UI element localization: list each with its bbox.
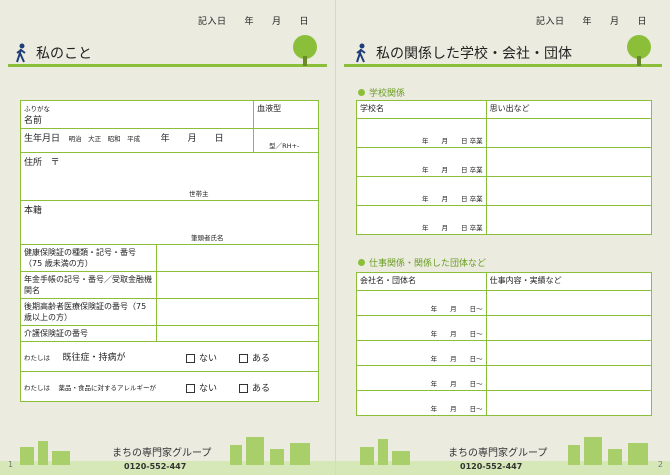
history-yes-option[interactable]: ある xyxy=(239,351,270,364)
work-row[interactable]: 年 月 日〜 xyxy=(356,315,487,341)
school-row[interactable]: 年 月 日 卒業 xyxy=(356,147,487,177)
details-cell[interactable] xyxy=(485,290,653,316)
care-insurance-label: 介護保険証の番号 xyxy=(20,325,157,342)
medical-history-row: わたしは 既往症・持病が ない ある xyxy=(20,341,319,372)
checkbox[interactable] xyxy=(186,354,195,363)
footer: まちの専門家グループ 0120-552-447 1 xyxy=(0,437,335,475)
school-row[interactable]: 年 月 日 卒業 xyxy=(356,176,487,206)
right-page: 記入日年月日 私の関係した学校・会社・団体 学校関係 学校名 思い出など 年 月… xyxy=(335,0,670,475)
checkbox[interactable] xyxy=(239,354,248,363)
tree-icon xyxy=(293,35,317,66)
checkbox[interactable] xyxy=(186,384,195,393)
honseki-field[interactable]: 本籍 筆頭者氏名 xyxy=(20,200,319,245)
brand-name: まちの専門家グループ xyxy=(112,448,212,459)
allergy-no-option[interactable]: ない xyxy=(186,381,217,394)
walking-person-icon xyxy=(356,43,366,63)
page-title-bar: 私の関係した学校・会社・団体 xyxy=(354,42,572,64)
allergy-row: わたしは 薬品・食品に対するアレルギーが ない ある xyxy=(20,371,319,402)
details-cell[interactable] xyxy=(485,315,653,341)
tree-icon xyxy=(627,35,651,66)
work-row[interactable]: 年 月 日〜 xyxy=(356,290,487,316)
blood-type-label[interactable]: 血液型 xyxy=(253,100,319,129)
entry-date: 記入日年月日 xyxy=(536,17,648,27)
school-table: 学校名 思い出など 年 月 日 卒業 年 月 日 卒業 年 月 日 卒業 年 月… xyxy=(356,100,653,235)
name-field[interactable]: ふりがな 名前 xyxy=(19,100,255,129)
page-title: 私のこと xyxy=(36,46,92,62)
title-underline xyxy=(8,64,327,67)
details-cell[interactable] xyxy=(485,340,653,366)
left-page: 記入日年月日 私のこと ふりがな 名前 血液型 生年月日 明治 大正 昭和 平成… xyxy=(0,0,335,475)
insurance-label: 健康保険証の種類・記号・番号（75 歳未満の方） xyxy=(20,244,157,272)
work-row[interactable]: 年 月 日〜 xyxy=(356,365,487,391)
school-name-header: 学校名 xyxy=(356,100,487,119)
blood-type-field[interactable]: 型／RH+- xyxy=(253,128,319,153)
care-insurance-field[interactable] xyxy=(155,325,320,342)
elderly-insurance-label: 後期高齢者医療保険証の番号（75 歳以上の方） xyxy=(20,298,157,326)
memories-header: 思い出など xyxy=(485,100,653,119)
birthdate-field[interactable]: 生年月日 明治 大正 昭和 平成 年 月 日 xyxy=(19,128,255,153)
work-row[interactable]: 年 月 日〜 xyxy=(356,340,487,366)
page-number: 1 xyxy=(8,460,14,469)
checkbox[interactable] xyxy=(239,384,248,393)
memory-cell[interactable] xyxy=(485,205,653,235)
entry-date: 記入日年月日 xyxy=(198,17,310,27)
school-row[interactable]: 年 月 日 卒業 xyxy=(356,118,487,148)
memory-cell[interactable] xyxy=(485,147,653,177)
work-section-heading: 仕事関係・関係した団体など xyxy=(358,256,486,269)
work-table: 会社名・団体名 仕事内容・実績など 年 月 日〜 年 月 日〜 年 月 日〜 年… xyxy=(356,272,653,416)
brand-name: まちの専門家グループ xyxy=(448,448,548,459)
footer: まちの専門家グループ 0120-552-447 2 xyxy=(336,437,670,475)
phone-number: 0120-552-447 xyxy=(460,462,523,471)
school-row[interactable]: 年 月 日 卒業 xyxy=(356,205,487,235)
elderly-insurance-field[interactable] xyxy=(155,298,320,326)
insurance-field[interactable] xyxy=(155,244,320,272)
page-title: 私の関係した学校・会社・団体 xyxy=(376,46,572,62)
page-number: 2 xyxy=(657,460,663,469)
address-field[interactable]: 住所 〒 世帯主 xyxy=(20,152,319,201)
memory-cell[interactable] xyxy=(485,118,653,148)
company-name-header: 会社名・団体名 xyxy=(356,272,487,291)
page-title-bar: 私のこと xyxy=(14,42,92,64)
history-no-option[interactable]: ない xyxy=(186,351,217,364)
school-section-heading: 学校関係 xyxy=(358,86,405,99)
title-underline xyxy=(344,64,662,67)
walking-person-icon xyxy=(16,43,26,63)
pension-label: 年金手帳の記号・番号／受取金融機関名 xyxy=(20,271,157,299)
job-details-header: 仕事内容・実績など xyxy=(485,272,653,291)
details-cell[interactable] xyxy=(485,390,653,416)
phone-number: 0120-552-447 xyxy=(124,462,187,471)
memory-cell[interactable] xyxy=(485,176,653,206)
pension-field[interactable] xyxy=(155,271,320,299)
details-cell[interactable] xyxy=(485,365,653,391)
work-row[interactable]: 年 月 日〜 xyxy=(356,390,487,416)
allergy-yes-option[interactable]: ある xyxy=(239,381,270,394)
personal-info-table: ふりがな 名前 血液型 生年月日 明治 大正 昭和 平成 年 月 日 型／RH+… xyxy=(19,100,320,402)
